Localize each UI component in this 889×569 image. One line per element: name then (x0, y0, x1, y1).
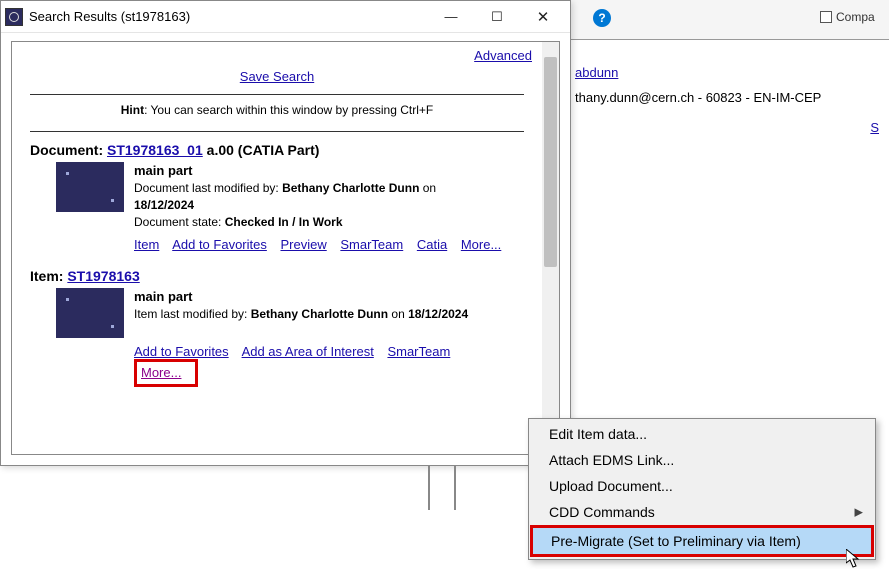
close-button[interactable]: ✕ (520, 2, 566, 32)
item-result-row: main part Item last modified by: Bethany… (12, 286, 542, 342)
item-heading: Item: ST1978163 (12, 262, 542, 286)
user-info-line: thany.dunn@cern.ch - 60823 - EN-IM-CEP (575, 90, 821, 105)
ctx-cdd-commands[interactable]: CDD Commands ▶ (531, 499, 873, 525)
document-state-row: Document state: Checked In / In Work (134, 214, 436, 231)
user-link-text[interactable]: abdunn (575, 65, 618, 80)
doc-link-fav[interactable]: Add to Favorites (172, 237, 267, 252)
item-link-smarteam[interactable]: SmarTeam (387, 344, 450, 359)
ctx-attach-edms[interactable]: Attach EDMS Link... (531, 447, 873, 473)
hint-label: Hint (121, 103, 144, 117)
submenu-arrow-icon: ▶ (855, 506, 863, 519)
checkbox-icon[interactable] (820, 11, 832, 23)
window-title: Search Results (st1978163) (29, 9, 428, 24)
item-mod-by: Bethany Charlotte Dunn (251, 307, 388, 321)
document-mod-on-label: on (419, 181, 436, 195)
app-icon (5, 8, 23, 26)
minimize-button[interactable]: — (428, 2, 474, 32)
doc-link-smarteam[interactable]: SmarTeam (340, 237, 403, 252)
item-prefix: Item: (30, 268, 67, 284)
item-link-more[interactable]: More... (141, 365, 181, 380)
document-meta: main part Document last modified by: Bet… (134, 162, 436, 231)
scrollbar-track[interactable] (542, 42, 559, 454)
save-search-row: Save Search (12, 65, 542, 90)
item-modified-row: Item last modified by: Bethany Charlotte… (134, 306, 468, 323)
separator (30, 94, 524, 95)
document-heading: Document: ST1978163_01 a.00 (CATIA Part) (12, 136, 542, 160)
maximize-button[interactable]: ☐ (474, 2, 520, 32)
document-mod-by: Bethany Charlotte Dunn (282, 181, 419, 195)
user-link[interactable]: abdunn (575, 65, 618, 80)
scrollbar-thumb[interactable] (544, 57, 557, 267)
document-mod-date: 18/12/2024 (134, 198, 194, 212)
compact-checkbox[interactable]: Compa (820, 10, 875, 24)
ctx-pre-migrate[interactable]: Pre-Migrate (Set to Preliminary via Item… (533, 528, 871, 554)
document-links: Item Add to Favorites Preview SmarTeam C… (12, 235, 542, 262)
ctx-upload-document[interactable]: Upload Document... (531, 473, 873, 499)
save-search-link[interactable]: Save Search (240, 69, 314, 84)
document-suffix: a.00 (CATIA Part) (203, 142, 320, 158)
item-links: Add to Favorites Add as Area of Interest… (12, 342, 542, 397)
ctx-edit-item-data[interactable]: Edit Item data... (531, 421, 873, 447)
content-area: Advanced Save Search Hint: You can searc… (12, 42, 542, 454)
separator (30, 131, 524, 132)
context-menu: Edit Item data... Attach EDMS Link... Up… (528, 418, 876, 560)
advanced-row: Advanced (12, 42, 542, 65)
ctx-cdd-label: CDD Commands (549, 504, 655, 520)
ctx-highlight-box: Pre-Migrate (Set to Preliminary via Item… (530, 525, 874, 557)
compact-label: Compa (836, 10, 875, 24)
item-id-link[interactable]: ST1978163 (67, 268, 139, 284)
document-state-label: Document state: (134, 215, 225, 229)
document-state: Checked In / In Work (225, 215, 343, 229)
document-result-row: main part Document last modified by: Bet… (12, 160, 542, 235)
doc-link-catia[interactable]: Catia (417, 237, 447, 252)
more-highlight: More... (134, 359, 198, 387)
item-mod-date: 18/12/2024 (408, 307, 468, 321)
window-body: Advanced Save Search Hint: You can searc… (11, 41, 560, 455)
help-icon[interactable]: ? (593, 9, 611, 27)
document-thumbnail[interactable] (56, 162, 124, 212)
document-name: main part (134, 162, 436, 180)
doc-link-item[interactable]: Item (134, 237, 159, 252)
s-link[interactable]: S (870, 120, 879, 135)
hint-row: Hint: You can search within this window … (12, 99, 542, 127)
document-prefix: Document: (30, 142, 107, 158)
item-link-aoi[interactable]: Add as Area of Interest (242, 344, 374, 359)
item-mod-label: Item last modified by: (134, 307, 251, 321)
s-link-text[interactable]: S (870, 120, 879, 135)
document-mod-label: Document last modified by: (134, 181, 282, 195)
search-results-window: Search Results (st1978163) — ☐ ✕ Advance… (0, 0, 571, 466)
titlebar[interactable]: Search Results (st1978163) — ☐ ✕ (1, 1, 570, 33)
document-modified-row: Document last modified by: Bethany Charl… (134, 180, 436, 197)
item-link-fav[interactable]: Add to Favorites (134, 344, 229, 359)
hint-text: : You can search within this window by p… (144, 103, 433, 117)
advanced-link[interactable]: Advanced (474, 48, 532, 63)
decorative-bars (428, 466, 456, 510)
item-thumbnail[interactable] (56, 288, 124, 338)
doc-link-preview[interactable]: Preview (280, 237, 326, 252)
doc-link-more[interactable]: More... (461, 237, 501, 252)
item-name: main part (134, 288, 468, 306)
item-mod-on-label: on (388, 307, 408, 321)
document-id-link[interactable]: ST1978163_01 (107, 142, 203, 158)
item-meta: main part Item last modified by: Bethany… (134, 288, 468, 338)
